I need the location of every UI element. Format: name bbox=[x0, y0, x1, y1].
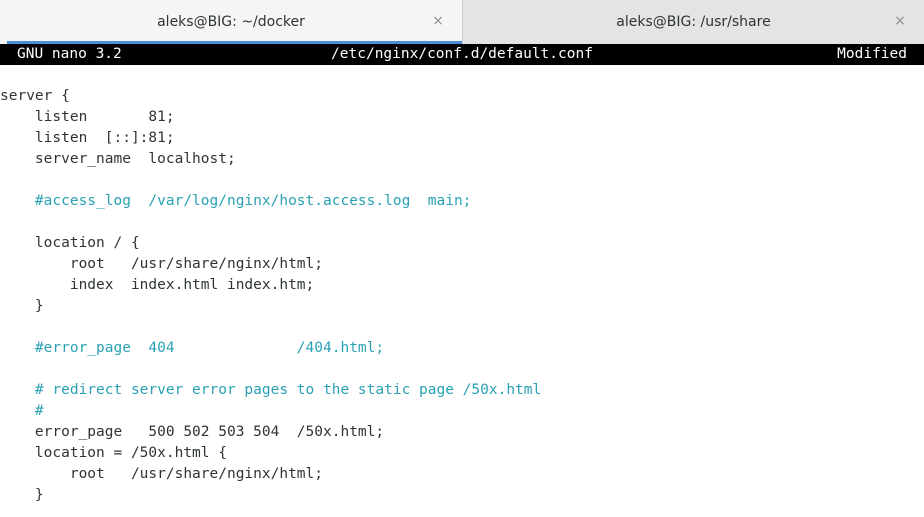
tab-title: aleks@BIG: ~/docker bbox=[157, 14, 305, 30]
code-comment-line: # redirect server error pages to the sta… bbox=[0, 382, 542, 398]
terminal-view[interactable]: /etc/nginx/conf.d/default.conf GNU nano … bbox=[0, 44, 924, 517]
code-comment-line: # bbox=[0, 403, 44, 419]
terminal-tab-bar: aleks@BIG: ~/docker × aleks@BIG: /usr/sh… bbox=[0, 0, 924, 44]
code-line: listen 81; bbox=[0, 109, 175, 125]
code-line: } bbox=[0, 298, 44, 314]
code-line: index index.html index.htm; bbox=[0, 277, 315, 293]
code-line: root /usr/share/nginx/html; bbox=[0, 256, 324, 272]
code-comment-line: #access_log /var/log/nginx/host.access.l… bbox=[0, 193, 472, 209]
code-comment-line: #error_page 404 /404.html; bbox=[0, 340, 385, 356]
tab-docker[interactable]: aleks@BIG: ~/docker × bbox=[0, 0, 462, 44]
code-line: listen [::]:81; bbox=[0, 130, 175, 146]
code-line: server { bbox=[0, 88, 70, 104]
close-icon[interactable]: × bbox=[428, 11, 448, 31]
nano-modified-status: Modified bbox=[837, 46, 907, 62]
tab-usr-share[interactable]: aleks@BIG: /usr/share × bbox=[462, 0, 924, 44]
code-line: root /usr/share/nginx/html; bbox=[0, 466, 324, 482]
code-line: server_name localhost; bbox=[0, 151, 236, 167]
close-icon[interactable]: × bbox=[890, 11, 910, 31]
code-line: } bbox=[0, 487, 44, 503]
code-line: location / { bbox=[0, 235, 140, 251]
code-line: error_page 500 502 503 504 /50x.html; bbox=[0, 424, 385, 440]
nano-version: GNU nano 3.2 bbox=[17, 46, 122, 62]
nano-title-bar: /etc/nginx/conf.d/default.conf GNU nano … bbox=[0, 44, 924, 65]
code-line: location = /50x.html { bbox=[0, 445, 227, 461]
editor-buffer[interactable]: server { listen 81; listen [::]:81; serv… bbox=[0, 86, 924, 506]
nano-filename: /etc/nginx/conf.d/default.conf bbox=[331, 46, 593, 62]
tab-title: aleks@BIG: /usr/share bbox=[616, 14, 771, 30]
